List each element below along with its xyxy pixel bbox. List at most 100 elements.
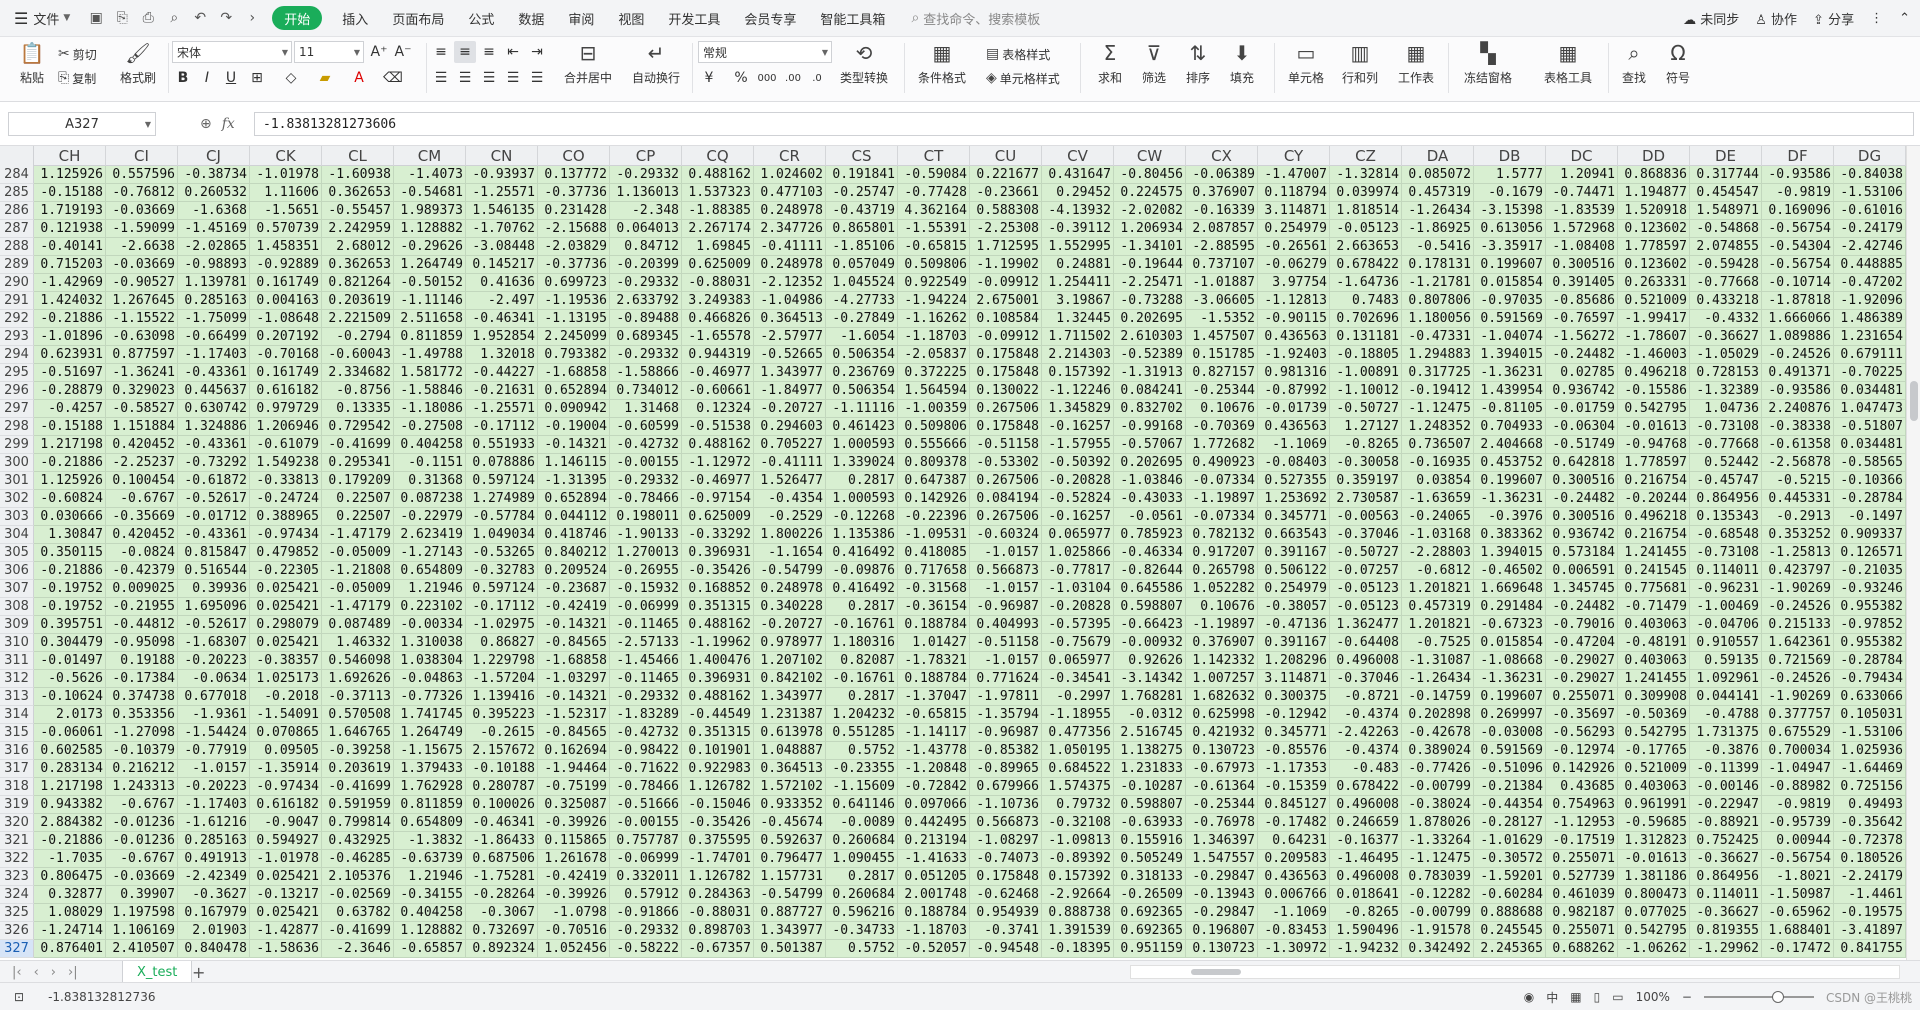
grid-cell[interactable]: -0.18805: [1330, 346, 1402, 364]
grid-cell[interactable]: -0.97434: [250, 526, 322, 544]
row-header[interactable]: 318: [0, 778, 34, 796]
grid-cell[interactable]: -1.08408: [1546, 238, 1618, 256]
grid-cell[interactable]: 1.343977: [754, 922, 826, 940]
align-bottom-icon[interactable]: ≡: [478, 41, 500, 63]
grid-cell[interactable]: 0.085072: [1402, 166, 1474, 184]
grid-cell[interactable]: 0.488162: [682, 688, 754, 706]
grid-cell[interactable]: -0.46334: [1114, 544, 1186, 562]
grid-cell[interactable]: -0.45674: [754, 814, 826, 832]
grid-cell[interactable]: -0.11399: [1690, 760, 1762, 778]
grid-cell[interactable]: -0.25747: [826, 184, 898, 202]
increase-font-icon[interactable]: A⁺: [368, 41, 390, 63]
grid-cell[interactable]: -0.15932: [610, 580, 682, 598]
grid-cell[interactable]: -1.32389: [1690, 382, 1762, 400]
grid-cell[interactable]: -0.06279: [1258, 256, 1330, 274]
grid-cell[interactable]: 0.051205: [898, 868, 970, 886]
share-button[interactable]: ⇪ 分享: [1813, 9, 1854, 28]
grid-cell[interactable]: 2.610303: [1114, 328, 1186, 346]
wrap-text-button[interactable]: ↵ 自动换行: [628, 37, 684, 97]
format-painter-button[interactable]: 🖌 格式刷: [110, 37, 166, 97]
indent-increase-icon[interactable]: ⇥: [526, 41, 548, 63]
grid-cell[interactable]: -0.22947: [1690, 796, 1762, 814]
grid-cell[interactable]: 1.254411: [1042, 274, 1114, 292]
grid-cell[interactable]: 0.246659: [1330, 814, 1402, 832]
grid-cell[interactable]: 0.2817: [826, 598, 898, 616]
grid-cell[interactable]: 1.217198: [34, 436, 106, 454]
grid-cell[interactable]: 1.025866: [1042, 544, 1114, 562]
grid-cell[interactable]: -1.64469: [1834, 760, 1906, 778]
grid-cell[interactable]: 0.213194: [898, 832, 970, 850]
grid-cell[interactable]: 1.294883: [1402, 346, 1474, 364]
grid-cell[interactable]: -1.68307: [178, 634, 250, 652]
grid-cell[interactable]: 1.142332: [1186, 652, 1258, 670]
grid-cell[interactable]: -1.12246: [1042, 382, 1114, 400]
grid-cell[interactable]: -1.5352: [1186, 310, 1258, 328]
column-header[interactable]: DC: [1546, 146, 1618, 166]
grid-cell[interactable]: 0.479852: [250, 544, 322, 562]
grid-cell[interactable]: -0.34155: [394, 886, 466, 904]
decrease-font-icon[interactable]: A⁻: [392, 41, 414, 63]
grid-cell[interactable]: -0.29027: [1546, 670, 1618, 688]
grid-cell[interactable]: 0.453752: [1474, 454, 1546, 472]
cell-style-button[interactable]: ◈ 单元格样式: [986, 67, 1060, 89]
grid-cell[interactable]: -0.00799: [1402, 904, 1474, 922]
grid-cell[interactable]: 0.689345: [610, 328, 682, 346]
command-search[interactable]: ⌕ 查找命令、搜索模板: [911, 9, 1040, 28]
grid-cell[interactable]: -0.4354: [754, 490, 826, 508]
grid-cell[interactable]: -0.98422: [610, 742, 682, 760]
grid-cell[interactable]: -1.15522: [106, 310, 178, 328]
grid-cell[interactable]: -1.31087: [1402, 652, 1474, 670]
grid-cell[interactable]: 0.100026: [466, 796, 538, 814]
grid-cell[interactable]: -0.26509: [1114, 886, 1186, 904]
grid-cell[interactable]: -0.59428: [1690, 256, 1762, 274]
grid-cell[interactable]: -0.73108: [1690, 418, 1762, 436]
row-header[interactable]: 291: [0, 292, 34, 310]
grid-cell[interactable]: 1.274989: [466, 490, 538, 508]
grid-cell[interactable]: -0.89488: [610, 310, 682, 328]
grid-cell[interactable]: -0.70369: [1186, 418, 1258, 436]
grid-cell[interactable]: -0.24482: [1546, 346, 1618, 364]
tab-data[interactable]: 数据: [506, 0, 556, 37]
grid-cell[interactable]: 0.294603: [754, 418, 826, 436]
grid-cell[interactable]: 2.214303: [1042, 346, 1114, 364]
grid-cell[interactable]: -0.46341: [466, 310, 538, 328]
sheet-tab-x-test[interactable]: X_test: [122, 961, 193, 983]
grid-cell[interactable]: 1.025173: [250, 670, 322, 688]
grid-cell[interactable]: -0.70516: [538, 922, 610, 940]
grid-cell[interactable]: -0.95739: [1762, 814, 1834, 832]
grid-cell[interactable]: -1.47007: [1258, 166, 1330, 184]
grid-cell[interactable]: -1.91578: [1402, 922, 1474, 940]
grid-cell[interactable]: -0.77668: [1690, 274, 1762, 292]
grid-cell[interactable]: 0.954939: [970, 904, 1042, 922]
grid-cell[interactable]: 0.461423: [826, 418, 898, 436]
row-header[interactable]: 292: [0, 310, 34, 328]
grid-cell[interactable]: 1.126782: [682, 778, 754, 796]
grid-cell[interactable]: -0.60324: [970, 526, 1042, 544]
column-header[interactable]: DG: [1834, 146, 1906, 166]
grid-cell[interactable]: -0.60824: [34, 490, 106, 508]
grid-cell[interactable]: -1.0157: [178, 760, 250, 778]
grid-cell[interactable]: 1.04736: [1690, 400, 1762, 418]
grid-cell[interactable]: -0.85686: [1546, 292, 1618, 310]
grid-cell[interactable]: -1.03168: [1402, 526, 1474, 544]
grid-cell[interactable]: 0.108584: [970, 310, 1042, 328]
customize-chevron-icon[interactable]: ›: [240, 6, 264, 30]
grid-cell[interactable]: 0.491913: [178, 850, 250, 868]
grid-cell[interactable]: 0.700034: [1762, 742, 1834, 760]
grid-cell[interactable]: -1.92096: [1834, 292, 1906, 310]
grid-cell[interactable]: -0.17384: [106, 670, 178, 688]
grid-cell[interactable]: -1.04074: [1474, 328, 1546, 346]
column-header[interactable]: CT: [898, 146, 970, 166]
grid-cell[interactable]: -1.36241: [106, 364, 178, 382]
grid-cell[interactable]: 1.32018: [466, 346, 538, 364]
grid-cell[interactable]: -0.43361: [178, 526, 250, 544]
increase-decimal-icon[interactable]: .00: [782, 67, 804, 89]
grid-cell[interactable]: 0.416492: [826, 580, 898, 598]
grid-cell[interactable]: -1.94464: [538, 760, 610, 778]
grid-cell[interactable]: 0.521009: [1618, 760, 1690, 778]
column-header[interactable]: CZ: [1330, 146, 1402, 166]
align-middle-icon[interactable]: ≡: [454, 41, 476, 63]
grid-cell[interactable]: 0.285163: [178, 292, 250, 310]
grid-cell[interactable]: 1.197598: [106, 904, 178, 922]
grid-cell[interactable]: 0.203619: [322, 292, 394, 310]
